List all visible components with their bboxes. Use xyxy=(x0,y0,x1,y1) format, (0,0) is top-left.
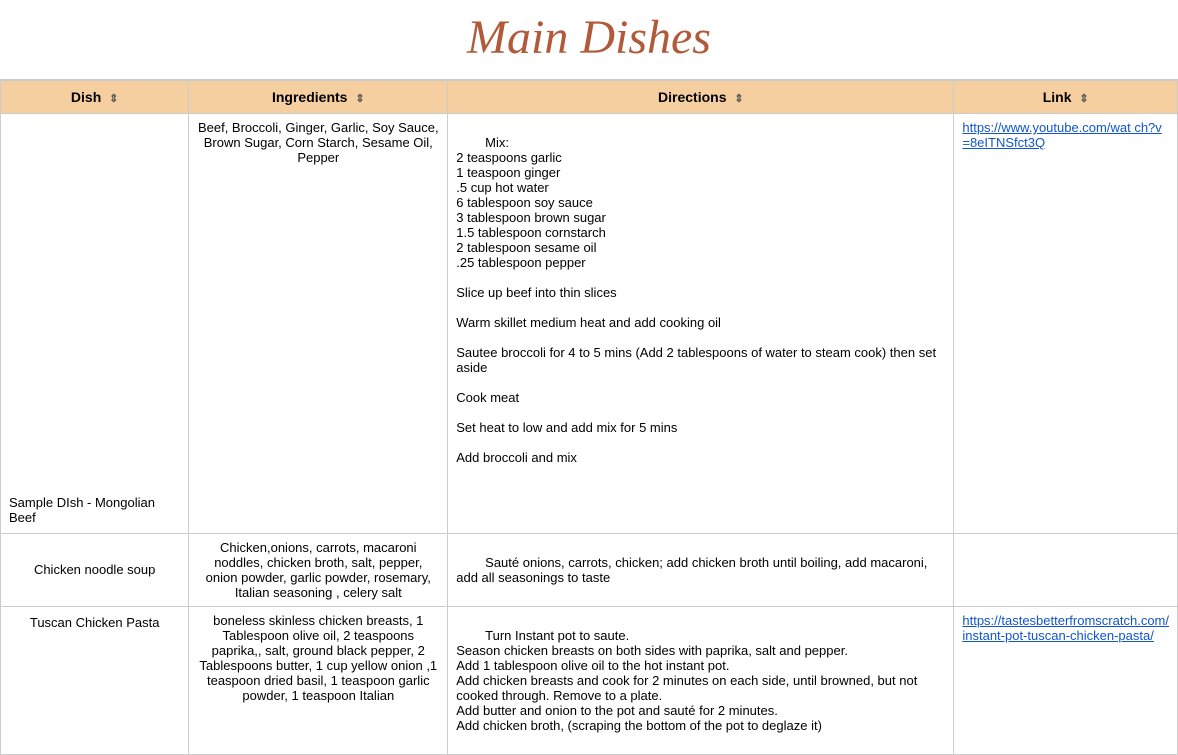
link-cell-mongolian: https://www.youtube.com/wat ch?v=8eITNSf… xyxy=(954,114,1178,534)
main-table: Dish ⇕ Ingredients ⇕ Directions ⇕ Link ⇕… xyxy=(0,80,1178,755)
col-header-link-label: Link xyxy=(1043,89,1072,105)
col-header-directions-label: Directions xyxy=(658,89,726,105)
dish-name-chicken: Chicken noodle soup xyxy=(34,562,155,577)
col-header-dish[interactable]: Dish ⇕ xyxy=(1,81,189,114)
dish-cell-mongolian: Sample DIsh - Mongolian Beef xyxy=(1,114,189,534)
directions-cell-chicken: Sauté onions, carrots, chicken; add chic… xyxy=(448,534,954,607)
col-header-ingredients[interactable]: Ingredients ⇕ xyxy=(189,81,448,114)
table-row: Tuscan Chicken Pasta boneless skinless c… xyxy=(1,607,1178,755)
table-row: Sample DIsh - Mongolian Beef Beef, Brocc… xyxy=(1,114,1178,534)
dish-cell-chicken: Chicken noodle soup xyxy=(1,534,189,607)
link-cell-tuscan: https://tastesbetterfromscratch.com/inst… xyxy=(954,607,1178,755)
link-mongolian[interactable]: https://www.youtube.com/wat ch?v=8eITNSf… xyxy=(962,120,1161,150)
table-row: Chicken noodle soup Chicken,onions, carr… xyxy=(1,534,1178,607)
col-header-ingredients-label: Ingredients xyxy=(272,89,347,105)
dish-filter-icon[interactable]: ⇕ xyxy=(109,93,118,105)
col-header-directions[interactable]: Directions ⇕ xyxy=(448,81,954,114)
col-header-link[interactable]: Link ⇕ xyxy=(954,81,1178,114)
ingredients-chicken: Chicken,onions, carrots, macaroni noddle… xyxy=(206,540,431,600)
col-header-dish-label: Dish xyxy=(71,89,101,105)
dish-cell-tuscan: Tuscan Chicken Pasta xyxy=(1,607,189,755)
link-filter-icon[interactable]: ⇕ xyxy=(1079,93,1088,105)
directions-chicken: Sauté onions, carrots, chicken; add chic… xyxy=(456,555,931,585)
link-cell-chicken xyxy=(954,534,1178,607)
ingredients-cell-chicken: Chicken,onions, carrots, macaroni noddle… xyxy=(189,534,448,607)
directions-filter-icon[interactable]: ⇕ xyxy=(734,93,743,105)
directions-mongolian: Mix: 2 teaspoons garlic 1 teaspoon ginge… xyxy=(456,135,939,465)
dish-name-mongolian: Sample DIsh - Mongolian Beef xyxy=(9,495,155,525)
link-tuscan[interactable]: https://tastesbetterfromscratch.com/inst… xyxy=(962,613,1169,643)
directions-tuscan: Turn Instant pot to saute. Season chicke… xyxy=(456,628,921,733)
table-header-row: Dish ⇕ Ingredients ⇕ Directions ⇕ Link ⇕ xyxy=(1,81,1178,114)
page-title: Main Dishes xyxy=(0,0,1178,80)
ingredients-cell-mongolian: Beef, Broccoli, Ginger, Garlic, Soy Sauc… xyxy=(189,114,448,534)
ingredients-mongolian: Beef, Broccoli, Ginger, Garlic, Soy Sauc… xyxy=(198,120,439,165)
directions-cell-tuscan: Turn Instant pot to saute. Season chicke… xyxy=(448,607,954,755)
ingredients-tuscan: boneless skinless chicken breasts, 1 Tab… xyxy=(199,613,437,703)
directions-cell-mongolian: Mix: 2 teaspoons garlic 1 teaspoon ginge… xyxy=(448,114,954,534)
ingredients-filter-icon[interactable]: ⇕ xyxy=(355,93,364,105)
dish-name-tuscan: Tuscan Chicken Pasta xyxy=(30,615,160,630)
ingredients-cell-tuscan: boneless skinless chicken breasts, 1 Tab… xyxy=(189,607,448,755)
